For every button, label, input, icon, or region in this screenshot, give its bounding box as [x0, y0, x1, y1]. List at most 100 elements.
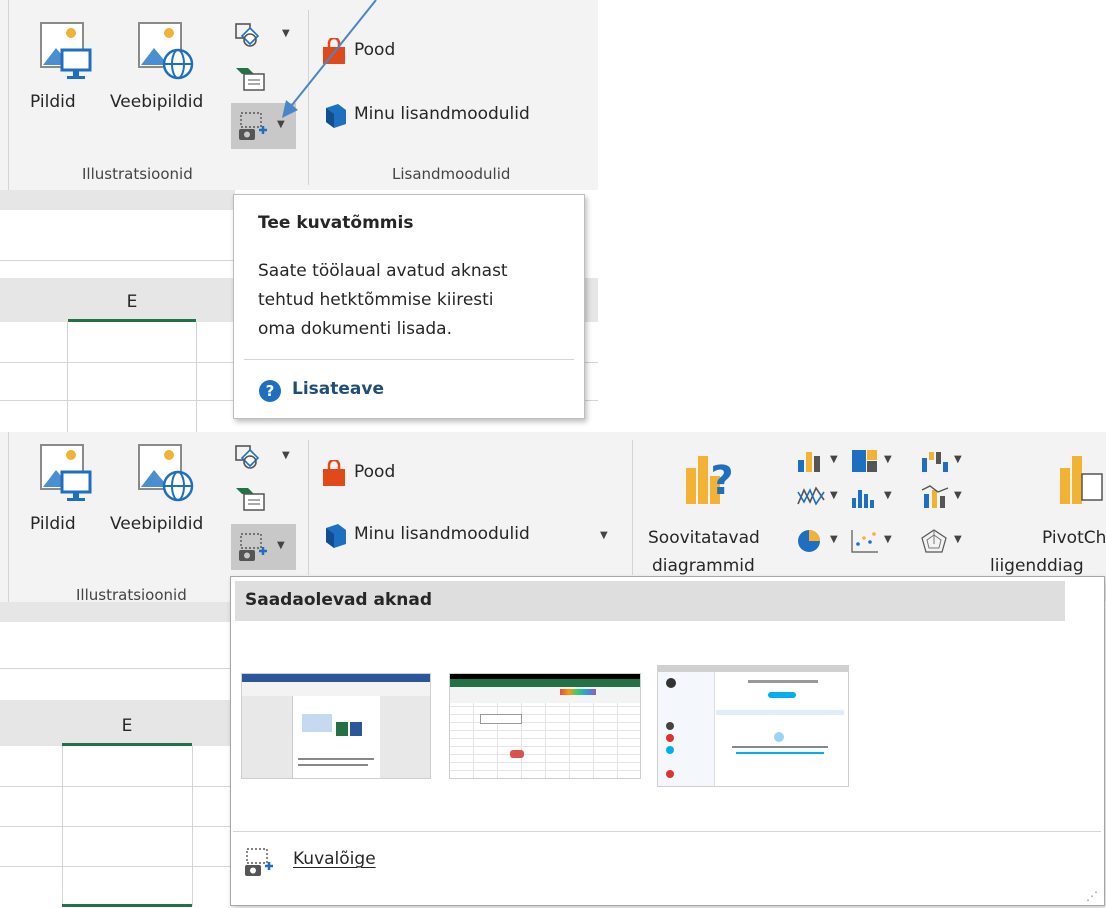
online-pictures-label: Veebipildid — [110, 514, 204, 534]
help-icon: ? — [259, 380, 281, 402]
my-addins-button[interactable]: Minu lisandmoodulid ▼ — [320, 520, 620, 552]
pictures-button[interactable]: Pildid — [30, 442, 100, 547]
scatter-chart-icon — [851, 530, 878, 553]
store-button[interactable]: Pood — [320, 458, 430, 490]
available-windows-dropdown: Saadaolevad aknad Kuvalõige ⋰ — [230, 576, 1105, 906]
recommended-charts-icon: ? — [686, 456, 734, 504]
combo-chart-icon — [921, 485, 949, 508]
online-pictures-icon — [138, 22, 194, 80]
ribbon-left-edge — [8, 0, 9, 190]
annotation-arrow — [282, 0, 377, 118]
pivotchart-button[interactable]: PivotCh liigenddiag — [990, 440, 1106, 580]
column-header-e[interactable]: E — [62, 710, 192, 746]
radar-chart-icon — [921, 529, 947, 553]
selected-row-border — [62, 904, 192, 907]
shapes-button[interactable]: ▼ — [234, 444, 296, 472]
pivotchart-icon — [1060, 456, 1103, 504]
statistic-chart-button[interactable]: ▼ — [850, 484, 900, 512]
store-label: Pood — [354, 462, 396, 482]
screenshot-icon — [239, 533, 267, 561]
waterfall-chart-icon — [922, 452, 948, 472]
column-header-e-label: E — [121, 716, 133, 736]
store-icon — [323, 460, 345, 486]
my-addins-icon — [326, 524, 346, 548]
online-pictures-icon — [138, 444, 194, 502]
tooltip-body-line-1: Saate töölaual avatud aknast — [258, 261, 508, 281]
hierarchy-chart-icon — [852, 450, 877, 472]
pictures-label: Pildid — [30, 514, 76, 534]
recommended-charts-button[interactable]: ? Soovitatavad diagrammid — [640, 440, 785, 580]
tooltip-body-line-2: tehtud hetktõmmise kiiresti — [258, 290, 494, 310]
shapes-icon — [235, 23, 260, 47]
formula-bar — [0, 210, 235, 261]
radar-chart-button[interactable]: ▼ — [920, 528, 970, 556]
scatter-chart-caret: ▼ — [884, 534, 892, 545]
online-pictures-button[interactable]: Veebipildid — [110, 442, 228, 547]
recommended-charts-label-2: diagrammid — [652, 556, 755, 576]
ribbon-left-edge — [8, 432, 9, 602]
window-thumbnail-excel[interactable] — [449, 673, 641, 779]
column-chart-button[interactable]: ▼ — [796, 448, 846, 476]
online-pictures-label: Veebipildid — [110, 92, 204, 112]
screenshot-tooltip: Tee kuvatõmmis Saate töölaual avatud akn… — [233, 194, 585, 419]
help-link-label: Lisateave — [292, 379, 384, 399]
tooltip-help-link[interactable]: ? Lisateave — [258, 377, 458, 405]
line-chart-caret: ▼ — [830, 490, 838, 501]
pie-chart-icon — [798, 530, 820, 552]
svg-text:?: ? — [266, 382, 275, 400]
resize-grip-icon[interactable]: ⋰ — [1086, 889, 1098, 903]
shapes-caret: ▼ — [282, 450, 290, 461]
smartart-icon — [236, 68, 265, 91]
pie-chart-caret: ▼ — [830, 534, 838, 545]
hierarchy-chart-caret: ▼ — [884, 454, 892, 465]
line-chart-icon — [797, 486, 825, 506]
tooltip-divider — [244, 359, 574, 360]
window-thumbnail-word[interactable] — [241, 673, 431, 779]
column-chart-caret: ▼ — [830, 454, 838, 465]
addins-group-label: Lisandmoodulid — [392, 165, 511, 183]
screen-clipping-label: Kuvalõige — [293, 849, 376, 869]
screen-clipping-item[interactable]: Kuvalõige — [239, 843, 439, 879]
tooltip-title: Tee kuvatõmmis — [258, 213, 414, 233]
screenshot-caret: ▼ — [277, 540, 285, 551]
formula-bar — [0, 622, 232, 669]
grid-line — [0, 866, 232, 867]
svg-text:?: ? — [710, 458, 733, 504]
illustrations-group-label: Illustratsioonid — [82, 165, 193, 183]
pie-chart-button[interactable]: ▼ — [796, 528, 846, 556]
pictures-icon — [40, 22, 92, 79]
ribbon-bottom-strip — [0, 190, 235, 210]
waterfall-chart-button[interactable]: ▼ — [920, 448, 970, 476]
screenshot-button[interactable]: ▼ — [231, 524, 296, 570]
hierarchy-chart-button[interactable]: ▼ — [850, 448, 900, 476]
screen-clipping-icon — [245, 848, 273, 876]
grid-line — [0, 826, 232, 827]
pivotchart-label-2: liigenddiag — [990, 556, 1084, 576]
grid-line — [67, 322, 68, 436]
shapes-icon — [235, 445, 260, 469]
combo-chart-button[interactable]: ▼ — [920, 484, 970, 512]
pictures-button[interactable]: Pildid — [30, 20, 100, 125]
radar-chart-caret: ▼ — [954, 534, 962, 545]
recommended-charts-label-1: Soovitatavad — [648, 528, 760, 548]
group-separator — [308, 440, 309, 575]
pivotchart-label-1: PivotCh — [1042, 528, 1106, 548]
column-header-e[interactable]: E — [68, 286, 196, 322]
ribbon-bottom-strip — [0, 602, 232, 622]
window-thumbnail-skype[interactable] — [657, 665, 849, 787]
tooltip-body-line-3: oma dokumenti lisada. — [258, 319, 452, 339]
column-header-e-label: E — [126, 292, 138, 312]
grid-line — [0, 786, 232, 787]
online-pictures-button[interactable]: Veebipildid — [110, 20, 228, 125]
smartart-icon — [236, 488, 265, 511]
smartart-button[interactable] — [234, 62, 270, 92]
waterfall-chart-caret: ▼ — [954, 454, 962, 465]
pictures-icon — [40, 444, 92, 501]
my-addins-label: Minu lisandmoodulid — [354, 524, 530, 544]
available-windows-title: Saadaolevad aknad — [245, 590, 433, 610]
scatter-chart-button[interactable]: ▼ — [850, 528, 900, 556]
smartart-button[interactable] — [234, 482, 270, 512]
statistic-chart-caret: ▼ — [884, 490, 892, 501]
line-chart-button[interactable]: ▼ — [796, 484, 846, 512]
grid-line — [196, 322, 197, 436]
